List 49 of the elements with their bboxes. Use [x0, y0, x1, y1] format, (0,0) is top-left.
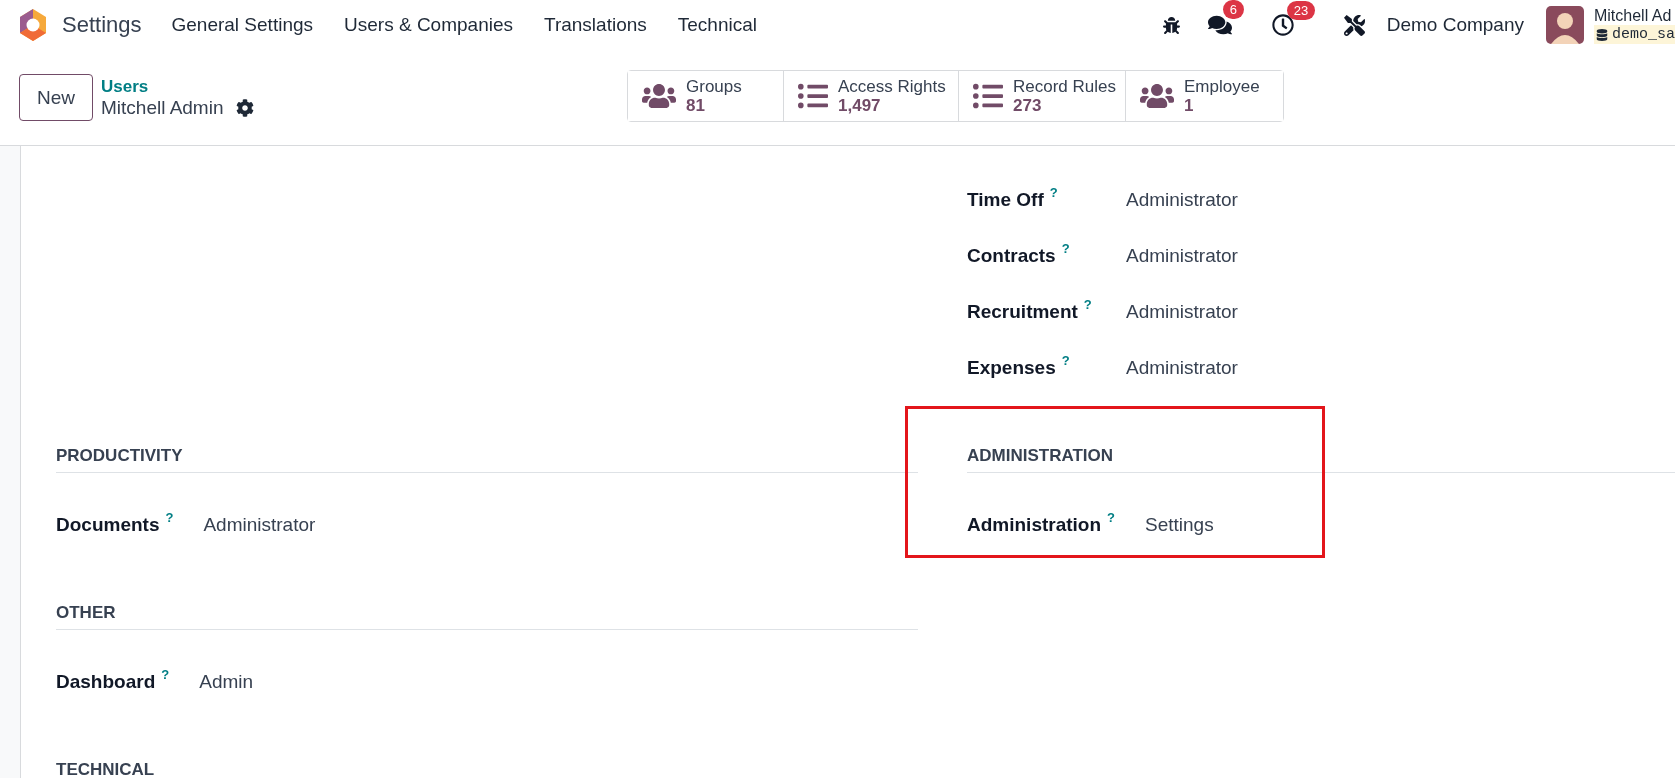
clock-icon[interactable] [1271, 14, 1294, 36]
help-tooltip-mark[interactable]: ? [165, 510, 174, 525]
user-name: Mitchell Ad [1594, 6, 1673, 25]
new-button[interactable]: New [19, 74, 93, 121]
field-value[interactable]: Administrator [1126, 301, 1238, 323]
section-heading: ADMINISTRATION [967, 440, 1675, 473]
breadcrumb-link[interactable]: Users [101, 76, 254, 97]
field-label: Recruitment [967, 301, 1078, 323]
help-tooltip-mark[interactable]: ? [1107, 510, 1115, 525]
menu-item[interactable]: General Settings [171, 14, 314, 36]
chat-icon[interactable] [1207, 13, 1232, 37]
activity-count: 23 [1286, 1, 1316, 20]
tools-icon[interactable] [1343, 14, 1365, 36]
field-value[interactable]: Settings [1145, 514, 1214, 536]
menu-item[interactable]: Technical [677, 14, 757, 36]
field-label: Administration [967, 514, 1102, 536]
help-tooltip-mark[interactable]: ? [1061, 353, 1070, 368]
field-value[interactable]: Administrator [1126, 357, 1238, 379]
bug-icon[interactable] [1162, 16, 1180, 34]
field-label: Documents [56, 514, 160, 536]
database-icon [1596, 28, 1608, 41]
field-label: Time Off [967, 189, 1044, 211]
section-heading: TECHNICAL [56, 754, 918, 778]
field-value[interactable]: Admin [199, 671, 254, 693]
field-value[interactable]: Administrator [203, 514, 316, 536]
message-count: 6 [1222, 0, 1244, 19]
section-heading: PRODUCTIVITY [56, 440, 918, 473]
record-name: Mitchell Admin [101, 96, 224, 119]
company-switcher[interactable]: Demo Company [1386, 14, 1524, 36]
field-label: Contracts [967, 245, 1056, 267]
list-icon [798, 81, 828, 111]
help-tooltip-mark[interactable]: ? [1061, 241, 1070, 256]
help-tooltip-mark[interactable]: ? [1083, 297, 1092, 312]
section-heading: OTHER [56, 597, 918, 630]
menu-item[interactable]: Translations [544, 14, 647, 36]
help-tooltip-mark[interactable]: ? [1049, 185, 1058, 200]
smart-button[interactable]: Groups 81 [628, 71, 784, 121]
field-label: Dashboard [56, 671, 156, 693]
user-avatar[interactable] [1546, 6, 1584, 44]
help-tooltip-mark[interactable]: ? [161, 667, 170, 682]
settings-icon[interactable] [235, 98, 254, 117]
field-label: Expenses [967, 357, 1056, 379]
app-title: Settings [62, 12, 142, 38]
field-value[interactable]: Administrator [1126, 245, 1238, 267]
list-icon [973, 81, 1003, 111]
menu-item[interactable]: Users & Companies [344, 14, 513, 36]
field-value[interactable]: Administrator [1126, 189, 1238, 211]
app-logo-icon[interactable] [18, 8, 48, 42]
database-name: demo_sa [1594, 25, 1675, 44]
